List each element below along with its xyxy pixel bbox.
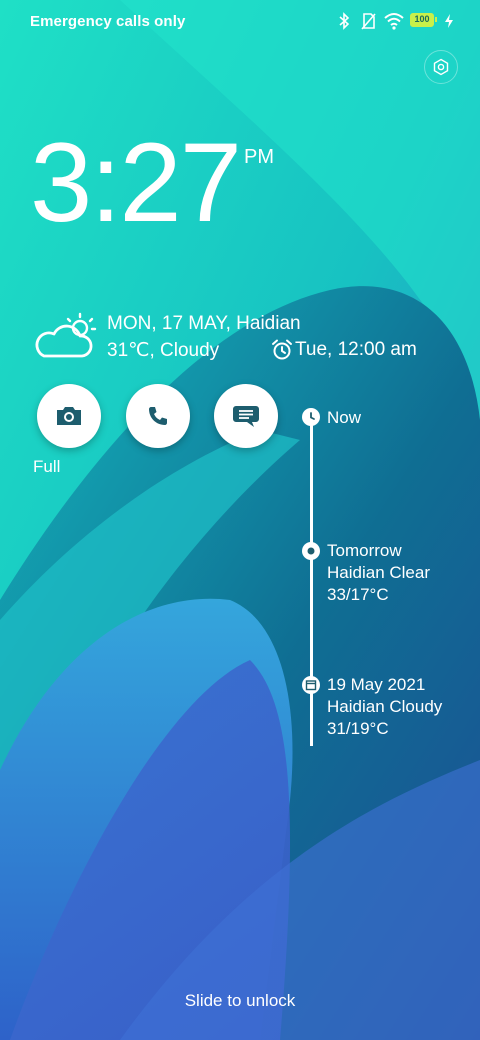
timeline-tomorrow-day: Tomorrow — [327, 541, 402, 560]
bluetooth-icon — [339, 12, 350, 30]
no-sim-icon — [361, 13, 376, 30]
timeline-now-label: Now — [327, 408, 362, 427]
alarm-clock-icon — [272, 339, 292, 360]
settings-button[interactable] — [424, 50, 458, 84]
timeline-tomorrow-temp: 33/17°C — [327, 585, 389, 604]
battery-icon: 100 — [410, 13, 437, 27]
timeline-item-tomorrow[interactable]: Tomorrow Haidian Clear 33/17°C — [327, 540, 430, 606]
partly-cloudy-icon — [35, 312, 97, 358]
phone-shortcut-button[interactable] — [126, 384, 190, 448]
current-weather: 31℃, Cloudy — [107, 340, 220, 361]
timeline-item-now[interactable]: Now — [327, 407, 361, 429]
timeline-date-weather: Haidian Cloudy — [327, 697, 443, 716]
timeline-line — [310, 418, 313, 746]
charging-bolt-icon — [445, 14, 453, 28]
next-alarm: Tue, 12:00 am — [295, 339, 417, 360]
timeline-tomorrow-weather: Haidian Clear — [327, 563, 430, 582]
carrier-status-text: Emergency calls only — [30, 13, 186, 30]
weather-icon — [302, 542, 320, 560]
clock-ampm: PM — [244, 146, 274, 168]
slide-to-unlock-hint[interactable]: Slide to unlock — [0, 991, 480, 1011]
camera-shortcut-label: Full — [33, 457, 61, 476]
clock-time: 3:27 — [30, 120, 242, 245]
calendar-icon — [302, 676, 320, 694]
camera-icon — [57, 407, 81, 425]
timeline-item-date[interactable]: 19 May 2021 Haidian Cloudy 31/19°C — [327, 674, 442, 740]
clock-icon — [302, 408, 320, 426]
date-location: MON, 17 MAY, Haidian — [107, 313, 301, 334]
timeline-date-temp: 31/19°C — [327, 719, 389, 738]
phone-icon — [149, 407, 167, 425]
message-shortcut-button[interactable] — [214, 384, 278, 448]
wifi-icon — [384, 13, 404, 30]
camera-shortcut-button[interactable] — [37, 384, 101, 448]
gear-icon — [433, 58, 449, 76]
message-icon — [233, 406, 259, 427]
timeline-date-day: 19 May 2021 — [327, 675, 426, 694]
